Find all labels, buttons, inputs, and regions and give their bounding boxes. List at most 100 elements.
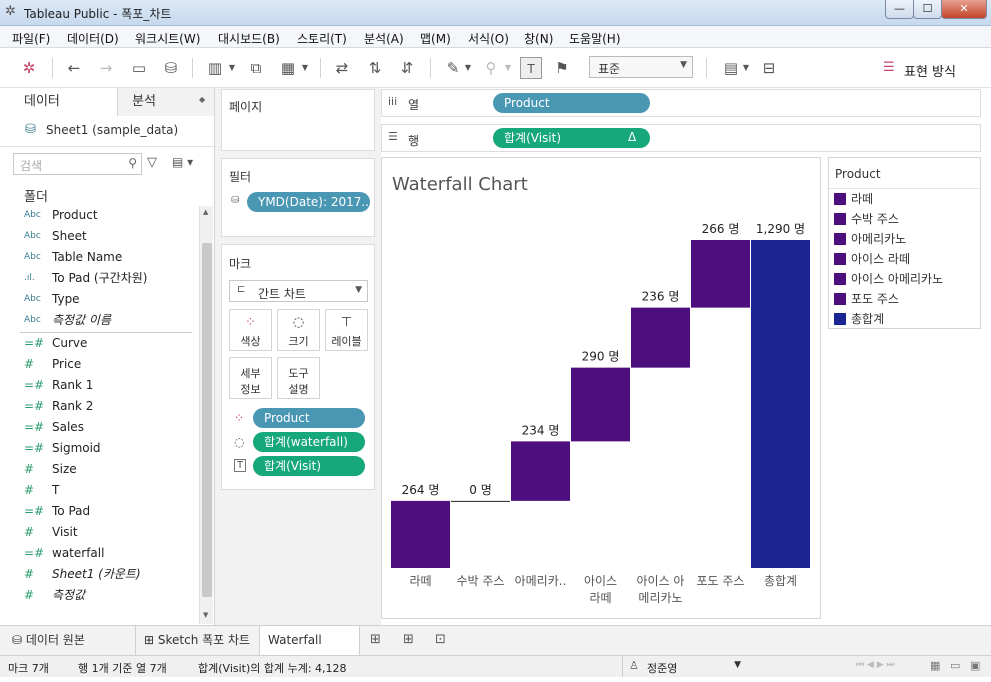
bar-4[interactable] bbox=[631, 307, 690, 368]
mark-pill-visit[interactable]: 합계(Visit) bbox=[253, 456, 365, 476]
new-worksheet-icon[interactable]: ▥ bbox=[204, 57, 226, 79]
tab-datasource[interactable]: ⛁ 데이터 원본 bbox=[0, 626, 136, 655]
pages-card[interactable]: 페이지 bbox=[221, 89, 375, 151]
show-cards-icon[interactable]: ▤ bbox=[720, 57, 742, 79]
mark-pill-product[interactable]: Product bbox=[253, 408, 365, 428]
bar-1[interactable] bbox=[451, 500, 510, 502]
duplicate-sheet-icon[interactable]: ⧉ bbox=[245, 57, 267, 79]
bar-6[interactable] bbox=[751, 240, 810, 568]
save-icon[interactable]: ▭ bbox=[128, 57, 150, 79]
measure-field[interactable]: =# Curve bbox=[0, 333, 200, 354]
show-mark-labels-icon[interactable]: T bbox=[520, 57, 542, 79]
menu-help[interactable]: 도움말(H) bbox=[569, 30, 621, 47]
clear-sheet-icon[interactable]: ▦ bbox=[277, 57, 299, 79]
show-me-icon[interactable]: ☰ bbox=[883, 60, 895, 75]
swap-rows-columns-icon[interactable]: ⇄ bbox=[331, 57, 353, 79]
dropdown-arrow-icon[interactable]: ▼ bbox=[462, 57, 474, 79]
mark-type-dropdown[interactable]: ⊏ 간트 차트 ▼ bbox=[229, 280, 368, 302]
filters-card[interactable]: 필터 ⛁ YMD(Date): 2017.. bbox=[221, 158, 375, 237]
detail-button[interactable]: 세부 정보 bbox=[229, 357, 272, 399]
bar-5[interactable] bbox=[691, 240, 750, 308]
sort-descending-icon[interactable]: ⇵ bbox=[396, 57, 418, 79]
dropdown-arrow-icon[interactable]: ▼ bbox=[502, 57, 514, 79]
presentation-mode-icon[interactable]: ⊟ bbox=[758, 57, 780, 79]
new-worksheet-tab-icon[interactable]: ⊞ bbox=[370, 632, 381, 647]
rows-pill-visit[interactable]: 합계(Visit) bbox=[493, 128, 650, 148]
maximize-button[interactable]: ☐ bbox=[913, 0, 942, 19]
bar-0[interactable] bbox=[391, 500, 450, 568]
legend-item[interactable]: 포도 주스 bbox=[829, 289, 979, 309]
close-button[interactable]: ✕ bbox=[941, 0, 987, 19]
legend-item[interactable]: 수박 주스 bbox=[829, 209, 979, 229]
filter-icon[interactable]: ▽ bbox=[147, 155, 157, 170]
fit-dropdown[interactable]: 표준 ▼ bbox=[589, 56, 693, 78]
pin-axes-icon[interactable]: ⚑ bbox=[551, 57, 573, 79]
columns-pill-product[interactable]: Product bbox=[493, 93, 650, 113]
measure-field[interactable]: # 측정값 bbox=[0, 585, 200, 606]
scroll-down-icon[interactable]: ▼ bbox=[203, 611, 208, 619]
legend-item[interactable]: 아이스 아메리카노 bbox=[829, 269, 979, 289]
measure-field[interactable]: # Price bbox=[0, 354, 200, 375]
user-dropdown[interactable]: ♙ 정준영 ▼ bbox=[622, 656, 747, 677]
scrollbar-thumb[interactable] bbox=[202, 243, 212, 597]
mark-pill-waterfall[interactable]: 합계(waterfall) bbox=[253, 432, 365, 452]
bar-2[interactable] bbox=[511, 441, 570, 501]
legend-item[interactable]: 아이스 라떼 bbox=[829, 249, 979, 269]
group-members-icon[interactable]: ⚲ bbox=[480, 57, 502, 79]
label-button[interactable]: ⊤ 레이블 bbox=[325, 309, 368, 351]
tab-waterfall-chart[interactable]: Waterfall Chart bbox=[260, 626, 360, 675]
show-sheet-sorter-icon[interactable]: ▦ bbox=[930, 659, 940, 672]
menu-worksheet[interactable]: 워크시트(W) bbox=[135, 30, 200, 47]
measure-field[interactable]: =# To Pad bbox=[0, 501, 200, 522]
menu-dashboard[interactable]: 대시보드(B) bbox=[218, 30, 280, 47]
dimension-field[interactable]: Abc Sheet bbox=[0, 226, 200, 247]
measure-field[interactable]: # Visit bbox=[0, 522, 200, 543]
measure-field[interactable]: # T bbox=[0, 480, 200, 501]
new-dashboard-tab-icon[interactable]: ⊞ bbox=[403, 632, 414, 647]
undo-icon[interactable]: ← bbox=[63, 57, 85, 79]
tooltip-button[interactable]: 도구 설명 bbox=[277, 357, 320, 399]
rows-shelf[interactable]: ☰ 행 합계(Visit) Δ bbox=[381, 124, 981, 152]
view-options-icon[interactable]: ▤ ▾ bbox=[172, 155, 193, 169]
dimension-field[interactable]: Abc Product bbox=[0, 205, 200, 226]
sheet-nav-icon[interactable]: ⏮ ◀ ▶ ⏭ bbox=[856, 660, 895, 670]
dimension-field[interactable]: Abc 측정값 이름 bbox=[0, 310, 200, 331]
menu-window[interactable]: 창(N) bbox=[524, 30, 553, 47]
new-datasource-icon[interactable]: ⛁ bbox=[160, 57, 182, 79]
show-tabs-icon[interactable]: ▣ bbox=[970, 659, 980, 672]
tableau-home-icon[interactable]: ✲ bbox=[18, 57, 40, 79]
minimize-button[interactable]: — bbox=[885, 0, 914, 19]
measure-field[interactable]: =# Sales bbox=[0, 417, 200, 438]
highlight-icon[interactable]: ✎ bbox=[442, 57, 464, 79]
dimension-field[interactable]: .ıl. To Pad (구간차원) bbox=[0, 268, 200, 289]
dropdown-arrow-icon[interactable]: ▼ bbox=[226, 57, 238, 79]
datapane-scrollbar[interactable]: ▲ ▼ bbox=[199, 206, 213, 624]
legend-item[interactable]: 아메리카노 bbox=[829, 229, 979, 249]
show-me-button[interactable]: 표현 방식 bbox=[904, 61, 956, 80]
menu-story[interactable]: 스토리(T) bbox=[297, 30, 347, 47]
sort-ascending-icon[interactable]: ⇅ bbox=[364, 57, 386, 79]
search-field[interactable]: 검색 ⚲ bbox=[13, 153, 142, 175]
filter-pill-date[interactable]: YMD(Date): 2017.. bbox=[247, 192, 370, 212]
dimension-field[interactable]: Abc Type bbox=[0, 289, 200, 310]
legend-item[interactable]: 총합계 bbox=[829, 309, 979, 329]
columns-shelf[interactable]: iii 열 Product bbox=[381, 89, 981, 117]
size-button[interactable]: ◌ 크기 bbox=[277, 309, 320, 351]
color-button[interactable]: ⁘ 색상 bbox=[229, 309, 272, 351]
measure-field[interactable]: # Sheet1 (카운트) bbox=[0, 564, 200, 585]
show-filmstrip-icon[interactable]: ▭ bbox=[950, 659, 960, 672]
menu-file[interactable]: 파일(F) bbox=[12, 30, 50, 47]
measure-field[interactable]: # Size bbox=[0, 459, 200, 480]
measure-field[interactable]: =# Rank 1 bbox=[0, 375, 200, 396]
tab-sketch-waterfall[interactable]: ⊞ Sketch 폭포 차트 bbox=[136, 626, 260, 655]
datasource-name[interactable]: Sheet1 (sample_data) bbox=[46, 123, 178, 137]
tab-scroll-icon[interactable]: ◆ bbox=[199, 95, 205, 104]
dropdown-arrow-icon[interactable]: ▼ bbox=[740, 57, 752, 79]
redo-icon[interactable]: → bbox=[95, 57, 117, 79]
dimension-field[interactable]: Abc Table Name bbox=[0, 247, 200, 268]
measure-field[interactable]: =# Sigmoid bbox=[0, 438, 200, 459]
legend-item[interactable]: 라떼 bbox=[829, 189, 979, 209]
scroll-up-icon[interactable]: ▲ bbox=[203, 208, 208, 216]
menu-analysis[interactable]: 분석(A) bbox=[364, 30, 404, 47]
measure-field[interactable]: =# waterfall bbox=[0, 543, 200, 564]
